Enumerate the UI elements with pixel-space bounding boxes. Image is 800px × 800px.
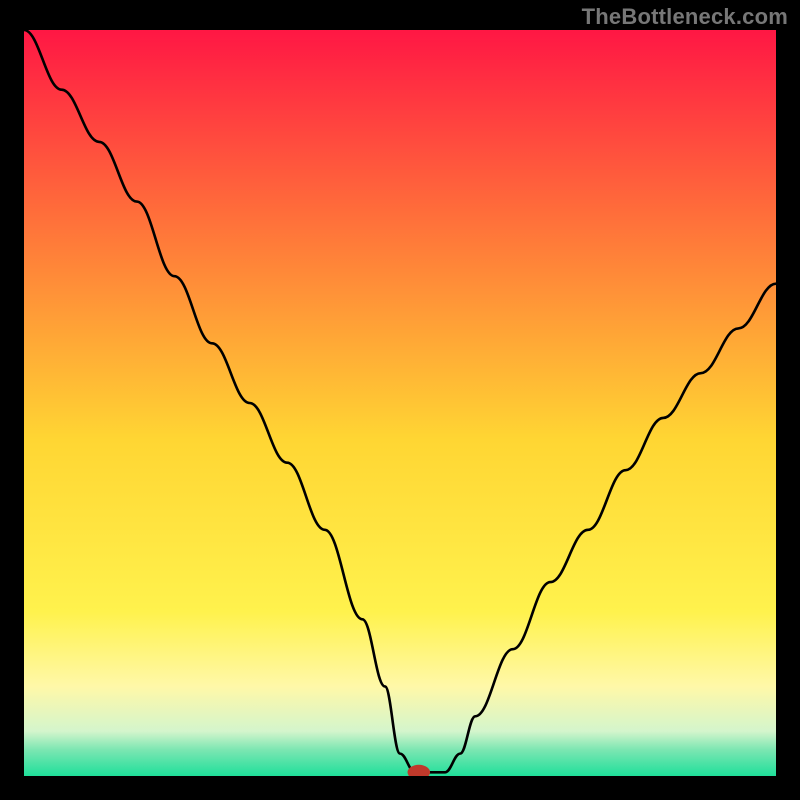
watermark-text: TheBottleneck.com [582, 4, 788, 30]
gradient-background [24, 30, 776, 776]
plot-area [24, 30, 776, 776]
chart-frame: TheBottleneck.com [0, 0, 800, 800]
bottleneck-chart [24, 30, 776, 776]
